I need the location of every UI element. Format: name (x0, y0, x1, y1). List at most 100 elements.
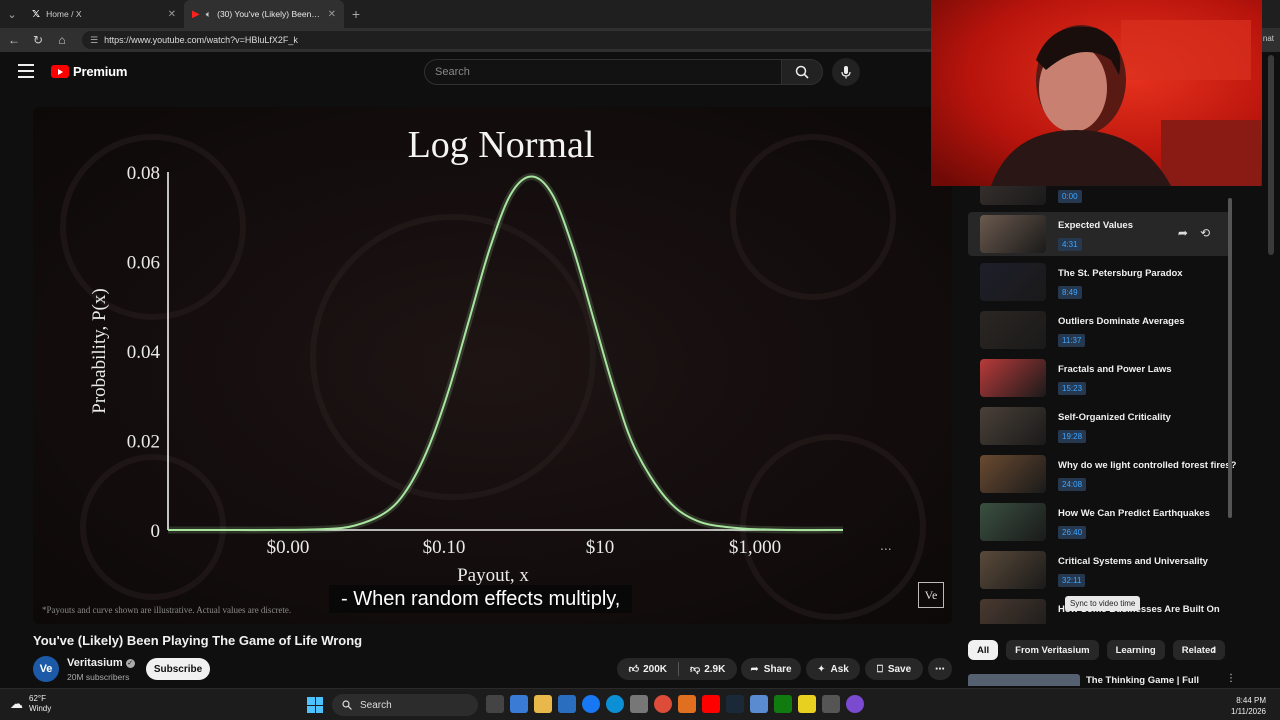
notes-icon[interactable] (798, 695, 816, 713)
system-clock[interactable]: 8:44 PM 1/11/2026 (1231, 695, 1266, 717)
logo-text: Premium (73, 64, 128, 79)
chapter-item[interactable]: Fractals and Power Laws 15:23 (968, 356, 1230, 400)
youtube-premium-logo[interactable]: Premium (51, 64, 127, 79)
tab-list-chevron-icon[interactable]: ⌄ (0, 0, 24, 28)
chapters-panel: What is a power law?0:00Expected Values4… (968, 178, 1238, 624)
chapter-item[interactable]: The St. Petersburg Paradox 8:49 (968, 260, 1230, 304)
tab-label: Home / X (46, 9, 82, 19)
tab-close-icon[interactable]: ✕ (328, 9, 336, 20)
chapter-thumbnail (980, 215, 1046, 253)
next-video-more-icon[interactable]: ⋮ (1226, 673, 1236, 684)
chapter-timestamp[interactable]: 15:23 (1058, 382, 1087, 395)
screen: ⌄ 𝕏 Home / X ✕ ▶ 🔈︎ (30) You've (Likely)… (0, 0, 1280, 720)
dislike-button[interactable]: 👎︎ 2.9K (684, 663, 731, 676)
chip-related[interactable]: Related (1172, 640, 1226, 660)
tab-close-icon[interactable]: ✕ (168, 9, 176, 20)
windows-start-icon[interactable] (307, 697, 323, 713)
chapter-item[interactable]: How We Can Predict Earthquakes 26:40 (968, 500, 1230, 544)
search-input[interactable] (435, 66, 781, 78)
y-tick-label: 0.04 (127, 342, 161, 363)
chapter-title: Critical Systems and Universality (1058, 556, 1208, 567)
share-button[interactable]: ➦ Share (741, 658, 801, 680)
new-tab-plus-icon[interactable]: + (344, 6, 368, 22)
channel-watermark[interactable]: Ve (918, 582, 944, 608)
like-button[interactable]: 👍︎ 200K (623, 663, 673, 676)
video-player[interactable]: Log Normal 0 0.02 0.04 0.06 0.08 $0.00 $0.10 $10… (33, 107, 952, 624)
file-explorer-icon[interactable] (534, 695, 552, 713)
search-button[interactable] (781, 59, 823, 85)
next-video-title[interactable]: The Thinking Game | Full (1086, 675, 1199, 686)
share-arrow-icon[interactable]: ➦ (1178, 226, 1188, 240)
weather-condition: Windy (29, 704, 52, 713)
chips-next-chevron-icon[interactable]: › (1212, 642, 1216, 656)
channel-avatar[interactable]: Ve (33, 656, 59, 682)
chapter-timestamp[interactable]: 0:00 (1058, 190, 1082, 203)
store-icon[interactable] (558, 695, 576, 713)
vlc-icon[interactable] (678, 695, 696, 713)
chapter-item[interactable]: Critical Systems and Universality 32:11 (968, 548, 1230, 592)
chapter-timestamp[interactable]: 4:31 (1058, 238, 1082, 251)
voice-search-button[interactable] (832, 58, 860, 86)
home-icon[interactable]: ⌂ (52, 30, 72, 50)
chapter-thumbnail (980, 359, 1046, 397)
obs-icon[interactable] (846, 695, 864, 713)
taskbar-search-label: Search (360, 699, 392, 711)
weather-widget[interactable]: ☁︎ 62°F Windy (10, 694, 51, 714)
tab-youtube-video[interactable]: ▶ 🔈︎ (30) You've (Likely) Been Playing T… (184, 0, 344, 28)
chapter-item[interactable]: Expected Values 4:31 ➦ ⟲ (968, 212, 1230, 256)
settings-gear-icon[interactable] (822, 695, 840, 713)
taskbar-search[interactable]: Search (332, 694, 478, 716)
chart-disclaimer: *Payouts and curve shown are illustrativ… (42, 605, 292, 615)
save-label: Save (887, 663, 912, 675)
chapter-actions: ➦ ⟲ (1178, 226, 1210, 240)
xbox-icon[interactable] (774, 695, 792, 713)
facebook-icon[interactable] (582, 695, 600, 713)
like-count: 200K (643, 663, 668, 675)
speaker-icon[interactable]: 🔈︎ (206, 9, 211, 20)
x-tick-label: $0.00 (267, 537, 310, 558)
tab-x-home[interactable]: 𝕏 Home / X ✕ (24, 0, 184, 28)
next-video-thumbnail[interactable] (968, 674, 1080, 686)
chip-from-veritasium[interactable]: From Veritasium (1006, 640, 1099, 660)
chapters-scrollbar[interactable] (1228, 198, 1232, 518)
hamburger-menu-icon[interactable] (18, 64, 34, 78)
ask-label: Ask (830, 663, 849, 675)
site-info-icon[interactable]: ☰ (90, 35, 98, 46)
steam-icon[interactable] (726, 695, 744, 713)
youtube-play-logo-icon (51, 65, 69, 78)
chapter-timestamp[interactable]: 8:49 (1058, 286, 1082, 299)
page-scrollbar[interactable] (1268, 55, 1274, 255)
task-view-icon[interactable] (486, 695, 504, 713)
chapter-timestamp[interactable]: 32:11 (1058, 574, 1086, 587)
subscribe-button[interactable]: Subscribe (146, 658, 210, 680)
more-actions-button[interactable]: ⋯ (928, 658, 952, 680)
ask-button[interactable]: ✦ Ask (806, 658, 860, 680)
save-button[interactable]: ⎕ Save (865, 658, 923, 680)
url-field[interactable]: ☰ https://www.youtube.com/watch?v=HBluLf… (82, 31, 942, 49)
back-arrow-icon[interactable]: ← (4, 30, 24, 50)
sync-to-video-time-button[interactable]: Sync to video time (1065, 596, 1141, 611)
channel-name[interactable]: Veritasium ✓ (67, 657, 135, 669)
chapter-timestamp[interactable]: 19:28 (1058, 430, 1087, 443)
chapter-timestamp[interactable]: 26:40 (1058, 526, 1087, 539)
chapter-thumbnail (980, 263, 1046, 301)
calculator-icon[interactable] (630, 695, 648, 713)
chapter-item[interactable]: Outliers Dominate Averages 11:37 (968, 308, 1230, 352)
chrome-icon[interactable] (654, 695, 672, 713)
chapter-title: The St. Petersburg Paradox (1058, 268, 1183, 279)
player-more-dots[interactable]: ... (880, 537, 892, 553)
app-gear-icon[interactable] (750, 695, 768, 713)
edge-icon[interactable] (606, 695, 624, 713)
search-box[interactable] (424, 59, 782, 85)
repeat-icon[interactable]: ⟲ (1200, 226, 1210, 240)
chip-learning[interactable]: Learning (1106, 640, 1165, 660)
reload-icon[interactable]: ↻ (28, 30, 48, 50)
chapter-timestamp[interactable]: 11:37 (1058, 334, 1086, 347)
copilot-icon[interactable] (510, 695, 528, 713)
chapter-item[interactable]: Self-Organized Criticality 19:28 (968, 404, 1230, 448)
channel-name-text: Veritasium (67, 657, 123, 669)
chip-all[interactable]: All (968, 640, 999, 660)
chapter-timestamp[interactable]: 24:08 (1058, 478, 1087, 491)
youtube-app-icon[interactable] (702, 695, 720, 713)
chapter-item[interactable]: Why do we light controlled forest fires?… (968, 452, 1236, 496)
